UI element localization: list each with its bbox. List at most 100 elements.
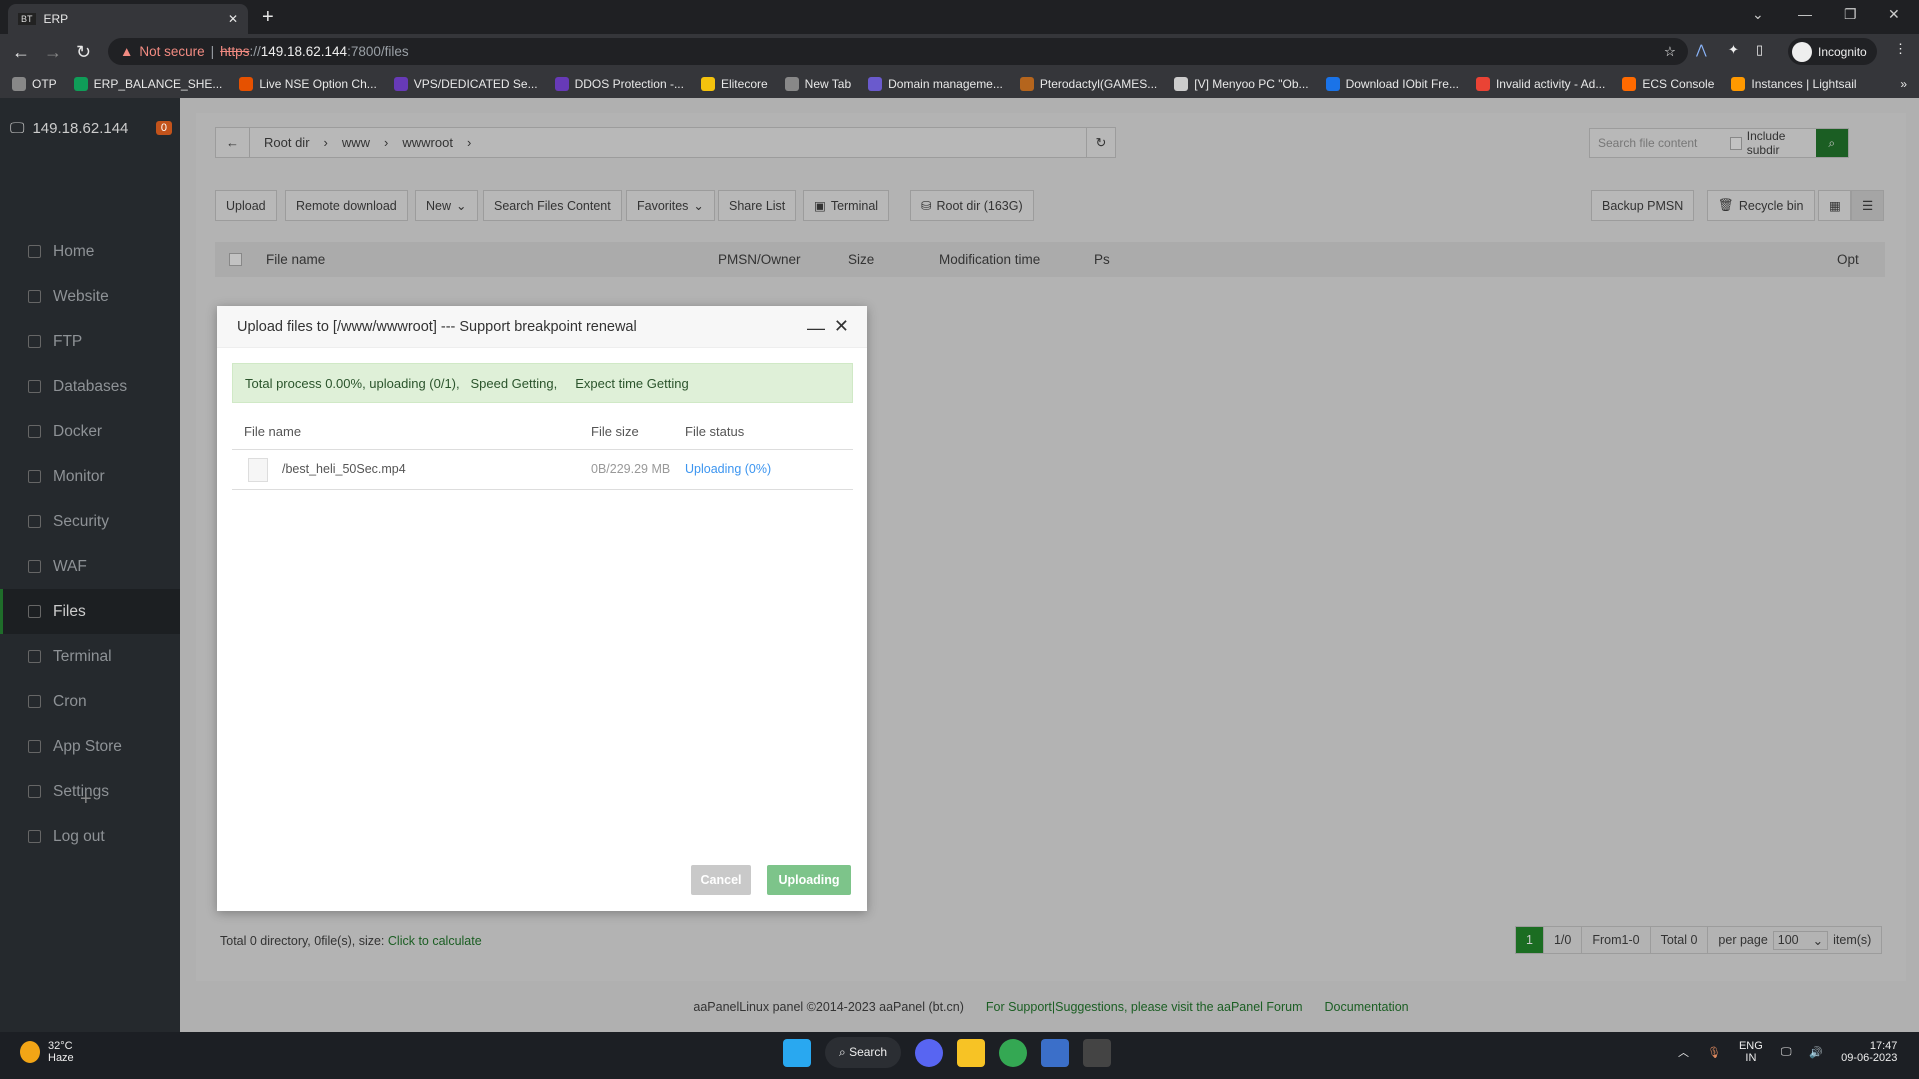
tray-chevron-icon[interactable]: ︿ [1678, 1044, 1689, 1060]
browser-tab[interactable]: BT ERP ✕ [8, 4, 248, 34]
back-arrow-icon[interactable]: ← [226, 128, 250, 157]
bookmark-item[interactable]: DDOS Protection -... [554, 76, 684, 91]
toolbar-remote-download-button[interactable]: Remote download [285, 190, 408, 221]
bookmark-item[interactable]: [V] Menyoo PC "Ob... [1174, 76, 1309, 91]
toolbar-new-button[interactable]: New ⌄ [415, 190, 478, 221]
toolbar-search-files-content-button[interactable]: Search Files Content [483, 190, 622, 221]
bookmark-item[interactable]: ERP_BALANCE_SHE... [73, 76, 222, 91]
page-current[interactable]: 1 [1515, 926, 1544, 954]
col-size[interactable]: Size [848, 252, 874, 267]
sidebar-item-waf[interactable]: WAF [0, 544, 180, 589]
restore-icon[interactable]: ❐ [1844, 6, 1857, 23]
sidebar-item-docker[interactable]: Docker [0, 409, 180, 454]
crumb-www[interactable]: www [342, 135, 370, 150]
toolbar-share-list-button[interactable]: Share List [718, 190, 797, 221]
col-owner[interactable]: PMSN/Owner [718, 252, 801, 267]
file-explorer-icon[interactable] [957, 1038, 986, 1067]
toolbar-root-dir-163g--button[interactable]: ⛁ Root dir (163G) [910, 190, 1034, 221]
close-tab-icon[interactable]: ✕ [228, 12, 238, 26]
col-mod-time[interactable]: Modification time [939, 252, 1040, 267]
sidebar-item-security[interactable]: Security [0, 499, 180, 544]
bookmark-item[interactable]: Domain manageme... [868, 76, 1003, 91]
bookmark-item[interactable]: OTP [12, 76, 57, 91]
bookmark-item[interactable]: ECS Console [1622, 76, 1714, 91]
sidebar-item-app-store[interactable]: App Store [0, 724, 180, 769]
toolbar-upload-button[interactable]: Upload [215, 190, 277, 221]
sidebar-item-monitor[interactable]: Monitor [0, 454, 180, 499]
sidebar-item-website[interactable]: Website [0, 274, 180, 319]
bookmark-label: Elitecore [720, 76, 768, 91]
taskbar-search[interactable]: ⌕ Search [825, 1037, 902, 1068]
minimize-dialog-icon[interactable]: — [807, 318, 825, 339]
url-input[interactable]: ▲ Not secure | https://149.18.62.144:7800/… [108, 38, 1688, 65]
sidebar-item-databases[interactable]: Databases [0, 364, 180, 409]
bookmark-item[interactable]: Invalid activity - Ad... [1475, 76, 1605, 91]
docs-link[interactable]: Documentation [1325, 1000, 1409, 1014]
crumb-wwwroot[interactable]: wwwroot [402, 135, 453, 150]
settings-icon [28, 785, 41, 798]
remote-desktop-icon[interactable] [1041, 1038, 1070, 1067]
bookmark-item[interactable]: Pterodactyl(GAMES... [1019, 76, 1157, 91]
tab-search-icon[interactable]: ⌄ [1752, 6, 1764, 23]
menu-icon[interactable]: ⋮ [1894, 41, 1907, 57]
network-icon[interactable]: 🖵 [1781, 1046, 1792, 1059]
include-subdir-checkbox[interactable] [1729, 136, 1742, 150]
grid-view-icon[interactable]: ▦ [1818, 190, 1851, 221]
back-icon[interactable]: ← [12, 42, 30, 63]
minimize-icon[interactable]: — [1798, 6, 1812, 22]
new-tab-button[interactable]: + [262, 6, 274, 29]
volume-icon[interactable]: 🔊 [1809, 1046, 1823, 1059]
uploading-button[interactable]: Uploading [767, 865, 851, 895]
list-view-icon[interactable]: ☰ [1851, 190, 1884, 221]
forward-icon[interactable]: → [44, 42, 62, 63]
more-bookmarks-icon[interactable]: » [1900, 77, 1907, 91]
discord-icon[interactable] [915, 1038, 944, 1067]
close-window-icon[interactable]: ✕ [1888, 6, 1900, 23]
side-panel-icon[interactable]: ▯ [1756, 42, 1763, 58]
search-icon[interactable]: ⌕ [1815, 129, 1848, 157]
bookmark-item[interactable]: New Tab [784, 76, 851, 91]
extension-icon[interactable]: ⋀ [1696, 42, 1707, 58]
bookmark-item[interactable]: Elitecore [700, 76, 768, 91]
reload-icon[interactable]: ↻ [76, 42, 91, 63]
support-link[interactable]: For Support|Suggestions, please visit th… [986, 1000, 1303, 1014]
sidebar-item-ftp[interactable]: FTP [0, 319, 180, 364]
sidebar-item-cron[interactable]: Cron [0, 679, 180, 724]
cancel-button[interactable]: Cancel [691, 865, 751, 895]
lang[interactable]: ENG [1739, 1040, 1763, 1052]
start-icon[interactable] [783, 1038, 811, 1067]
select-all-checkbox[interactable] [229, 253, 242, 266]
search-file-content[interactable]: Search file content Include subdir ⌕ [1589, 128, 1849, 158]
clock-time[interactable]: 17:47 [1841, 1040, 1898, 1052]
weather-widget[interactable]: 32°C Haze [20, 1040, 74, 1064]
col-file-name[interactable]: File name [266, 252, 325, 267]
add-icon[interactable]: + [80, 788, 92, 811]
bookmark-item[interactable]: Download IObit Fre... [1325, 76, 1459, 91]
chrome-icon[interactable] [999, 1038, 1028, 1067]
sidebar-item-log-out[interactable]: Log out [0, 814, 180, 859]
notification-badge[interactable]: 0 [155, 121, 172, 135]
bookmark-item[interactable]: Instances | Lightsail [1731, 76, 1857, 91]
sidebar-item-files[interactable]: Files [0, 589, 180, 634]
profile-button[interactable]: Incognito [1788, 38, 1877, 65]
per-page-select[interactable]: 100 ⌄ [1772, 930, 1829, 950]
calculate-link[interactable]: Click to calculate [388, 934, 482, 948]
crumb-root[interactable]: Root dir [264, 135, 310, 150]
bookmark-favicon-icon [12, 76, 26, 91]
search-input[interactable]: Search file content [1590, 136, 1730, 150]
close-dialog-icon[interactable]: ✕ [834, 316, 849, 337]
sidebar-item-terminal[interactable]: Terminal [0, 634, 180, 679]
toolbar-terminal-button[interactable]: ▣ Terminal [803, 190, 890, 221]
terminal-app-icon[interactable] [1083, 1038, 1112, 1067]
refresh-icon[interactable]: ↻ [1086, 127, 1116, 158]
puzzle-icon[interactable]: ✦ [1728, 42, 1739, 58]
recycle-bin-button[interactable]: 🗑 Recycle bin [1707, 190, 1815, 221]
bookmark-star-icon[interactable]: ☆ [1664, 44, 1676, 60]
bookmark-item[interactable]: Live NSE Option Ch... [239, 76, 377, 91]
microphone-icon[interactable]: 🎙 [1707, 1046, 1721, 1059]
breadcrumb: ← Root dir › www › wwwroot › [215, 127, 1116, 158]
bookmark-item[interactable]: VPS/DEDICATED Se... [393, 76, 538, 91]
toolbar-favorites-button[interactable]: Favorites ⌄ [626, 190, 715, 221]
sidebar-item-home[interactable]: Home [0, 229, 180, 274]
backup-pmsn-button[interactable]: Backup PMSN [1591, 190, 1695, 221]
